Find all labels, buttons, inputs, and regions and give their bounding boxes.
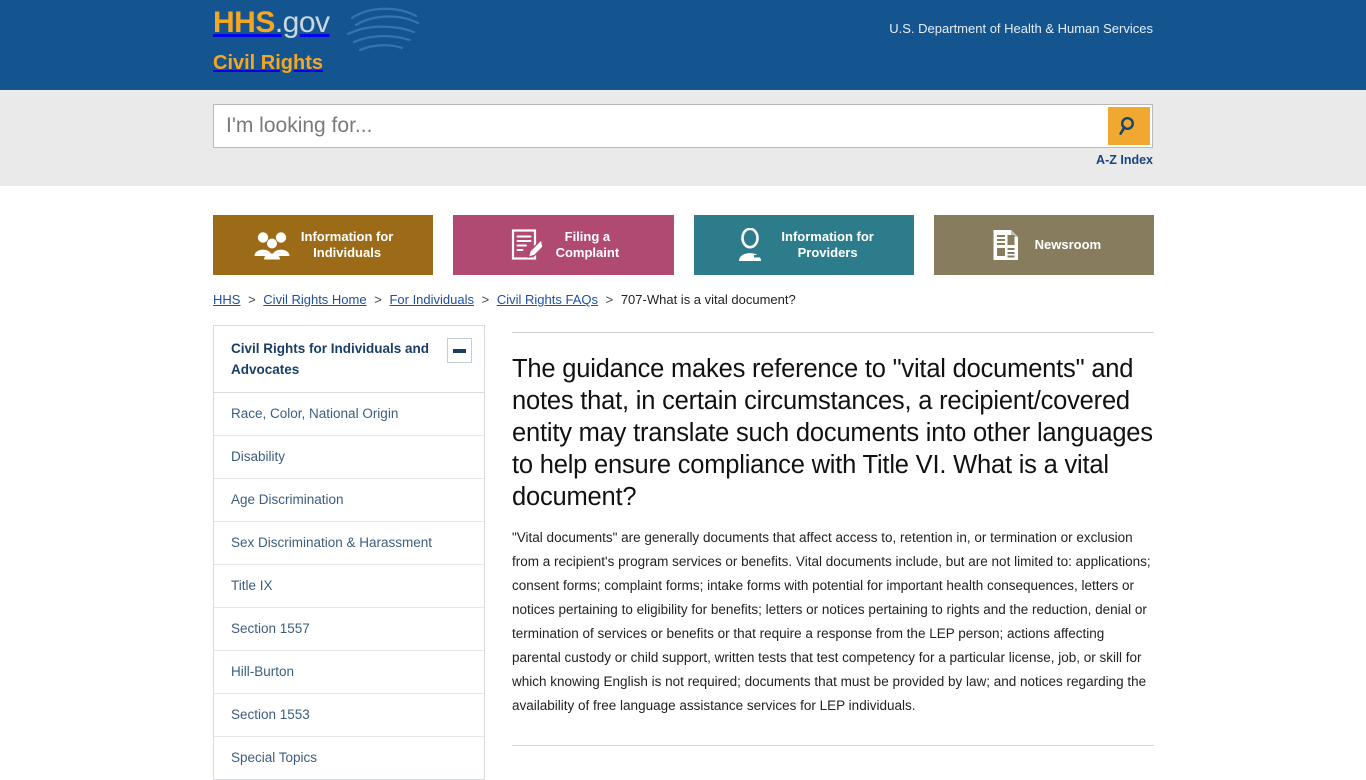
hhs-bird-logo-icon xyxy=(346,7,420,52)
search-input[interactable] xyxy=(214,105,1108,147)
hhs-logo-primary: HHS xyxy=(213,6,275,39)
card-filing-a-complaint[interactable]: Filing a Complaint xyxy=(453,215,674,275)
card-label: Filing a Complaint xyxy=(555,229,620,260)
divider-top xyxy=(512,332,1154,333)
newspaper-document-icon xyxy=(987,226,1025,264)
sidebar-collapse-button[interactable] xyxy=(447,338,472,363)
quick-links-cards: Information for Individuals Filing a Com… xyxy=(213,215,1154,275)
card-information-for-individuals[interactable]: Information for Individuals xyxy=(213,215,434,275)
hhs-logo-subtitle: Civil Rights xyxy=(213,52,324,74)
sidebar-item-disability[interactable]: Disability xyxy=(214,436,484,479)
search-icon xyxy=(1119,116,1135,135)
hhs-logo[interactable]: HHS.gov Civil Rights xyxy=(213,6,330,74)
breadcrumb: HHS > Civil Rights Home > For Individual… xyxy=(213,292,796,307)
sidebar-item-sex-discrimination-harassment[interactable]: Sex Discrimination & Harassment xyxy=(214,522,484,565)
sidebar-item-title-ix[interactable]: Title IX xyxy=(214,565,484,608)
sidebar-item-hill-burton[interactable]: Hill-Burton xyxy=(214,651,484,694)
article: The guidance makes reference to "vital d… xyxy=(512,325,1154,718)
sidebar-title: Civil Rights for Individuals and Advocat… xyxy=(231,341,430,377)
divider-bottom xyxy=(512,745,1154,746)
doctor-person-icon xyxy=(733,226,771,264)
minus-icon xyxy=(453,348,466,353)
sidebar-header[interactable]: Civil Rights for Individuals and Advocat… xyxy=(214,326,484,393)
department-title: U.S. Department of Health & Human Servic… xyxy=(889,21,1153,36)
card-information-for-providers[interactable]: Information for Providers xyxy=(693,215,914,275)
hhs-logo-secondary: .gov xyxy=(274,6,330,39)
breadcrumb-item-for-individuals[interactable]: For Individuals xyxy=(389,292,474,307)
article-body: "Vital documents" are generally document… xyxy=(512,530,1151,713)
sidebar-navigation: Civil Rights for Individuals and Advocat… xyxy=(213,325,485,780)
breadcrumb-separator: > xyxy=(481,292,490,307)
page-title: The guidance makes reference to "vital d… xyxy=(512,355,1153,511)
card-newsroom[interactable]: Newsroom xyxy=(933,215,1154,275)
sidebar-item-special-topics[interactable]: Special Topics xyxy=(214,737,484,779)
hhs-logo-text: HHS.gov xyxy=(213,6,330,40)
sidebar-item-race-color-national-origin[interactable]: Race, Color, National Origin xyxy=(214,393,484,436)
people-group-icon xyxy=(253,226,291,264)
breadcrumb-item-hhs[interactable]: HHS xyxy=(213,292,240,307)
form-pencil-icon xyxy=(508,226,546,264)
sidebar-item-section-1553[interactable]: Section 1553 xyxy=(214,694,484,737)
breadcrumb-separator: > xyxy=(248,292,256,307)
search-button[interactable] xyxy=(1108,107,1150,145)
site-banner: HHS.gov Civil Rights U.S. Department of … xyxy=(0,0,1366,90)
card-label: Information for Providers xyxy=(781,229,874,260)
breadcrumb-item-civil-rights-home[interactable]: Civil Rights Home xyxy=(263,292,366,307)
search-container xyxy=(213,104,1153,148)
card-label: Information for Individuals xyxy=(300,229,394,260)
a-z-index-link[interactable]: A-Z Index xyxy=(1096,153,1153,167)
breadcrumb-separator: > xyxy=(374,292,382,307)
breadcrumb-item-current: 707-What is a vital document? xyxy=(620,292,796,307)
search-band: A-Z Index xyxy=(0,90,1366,186)
sidebar-item-age-discrimination[interactable]: Age Discrimination xyxy=(214,479,484,522)
card-label: Newsroom xyxy=(1034,237,1102,252)
sidebar-item-section-1557[interactable]: Section 1557 xyxy=(214,608,484,651)
breadcrumb-item-civil-rights-faqs[interactable]: Civil Rights FAQs xyxy=(497,292,598,307)
breadcrumb-separator: > xyxy=(605,292,614,307)
